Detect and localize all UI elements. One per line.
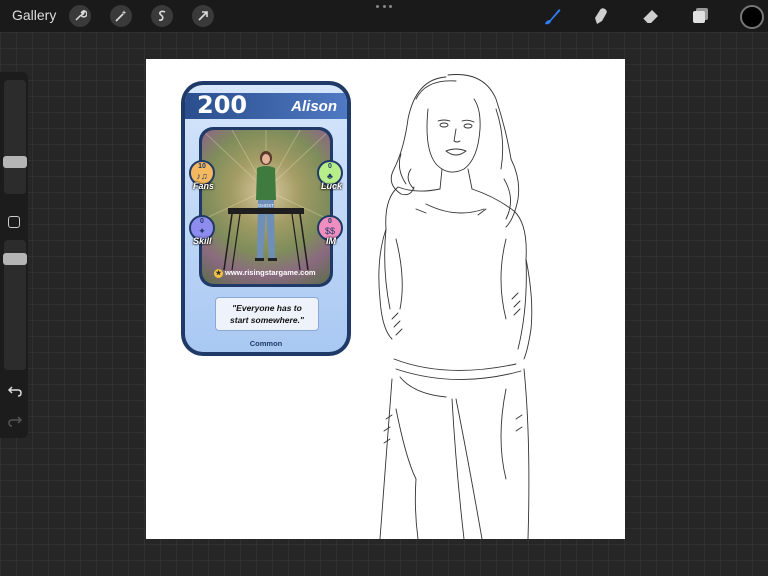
top-toolbar: Gallery	[0, 0, 768, 32]
star-icon: ★	[214, 268, 223, 278]
fans-icon: ♪♫	[196, 171, 208, 181]
clover-icon: ♣	[327, 171, 333, 181]
color-swatch[interactable]	[740, 5, 764, 29]
trading-card: 200 Alison GHOST ★ www.risingstargame.co…	[181, 81, 351, 356]
fans-label: Fans	[193, 181, 215, 191]
opacity-thumb[interactable]	[3, 253, 27, 265]
magic-wand-icon[interactable]	[110, 5, 132, 27]
gallery-button[interactable]: Gallery	[12, 7, 56, 23]
brush-icon[interactable]	[541, 5, 563, 27]
card-value: 200	[197, 91, 248, 119]
wrench-icon[interactable]	[69, 5, 91, 27]
card-name: Alison	[291, 98, 337, 115]
keyboard-label: GHOST	[258, 203, 274, 208]
drawing-canvas[interactable]: 200 Alison GHOST ★ www.risingstargame.co…	[146, 59, 625, 539]
card-rarity: Common	[249, 339, 283, 348]
brush-size-thumb[interactable]	[3, 156, 27, 168]
money-icon: $$	[324, 226, 335, 236]
skill-label: Skill	[193, 236, 212, 246]
card-header: 200 Alison	[185, 91, 347, 119]
left-sidebar	[0, 72, 28, 438]
eraser-icon[interactable]	[640, 5, 662, 27]
modify-button[interactable]	[8, 216, 20, 228]
im-label: IM	[326, 236, 336, 246]
transform-arrow-icon[interactable]	[192, 5, 214, 27]
layers-icon[interactable]	[689, 5, 711, 27]
luck-label: Luck	[321, 181, 343, 191]
redo-icon[interactable]	[7, 414, 23, 428]
brush-size-slider[interactable]	[4, 80, 26, 194]
skill-icon: ✦	[198, 226, 206, 236]
selection-icon[interactable]	[151, 5, 173, 27]
undo-icon[interactable]	[7, 384, 23, 398]
card-photo: GHOST ★ www.risingstargame.com	[202, 130, 330, 284]
card-quote: "Everyone has to start somewhere."	[215, 297, 319, 331]
more-options-icon[interactable]	[376, 2, 392, 10]
card-website: ★ www.risingstargame.com	[214, 268, 316, 278]
pencil-sketch	[378, 74, 533, 539]
smudge-icon[interactable]	[590, 5, 612, 27]
card-photo-frame: GHOST ★ www.risingstargame.com	[199, 127, 333, 287]
